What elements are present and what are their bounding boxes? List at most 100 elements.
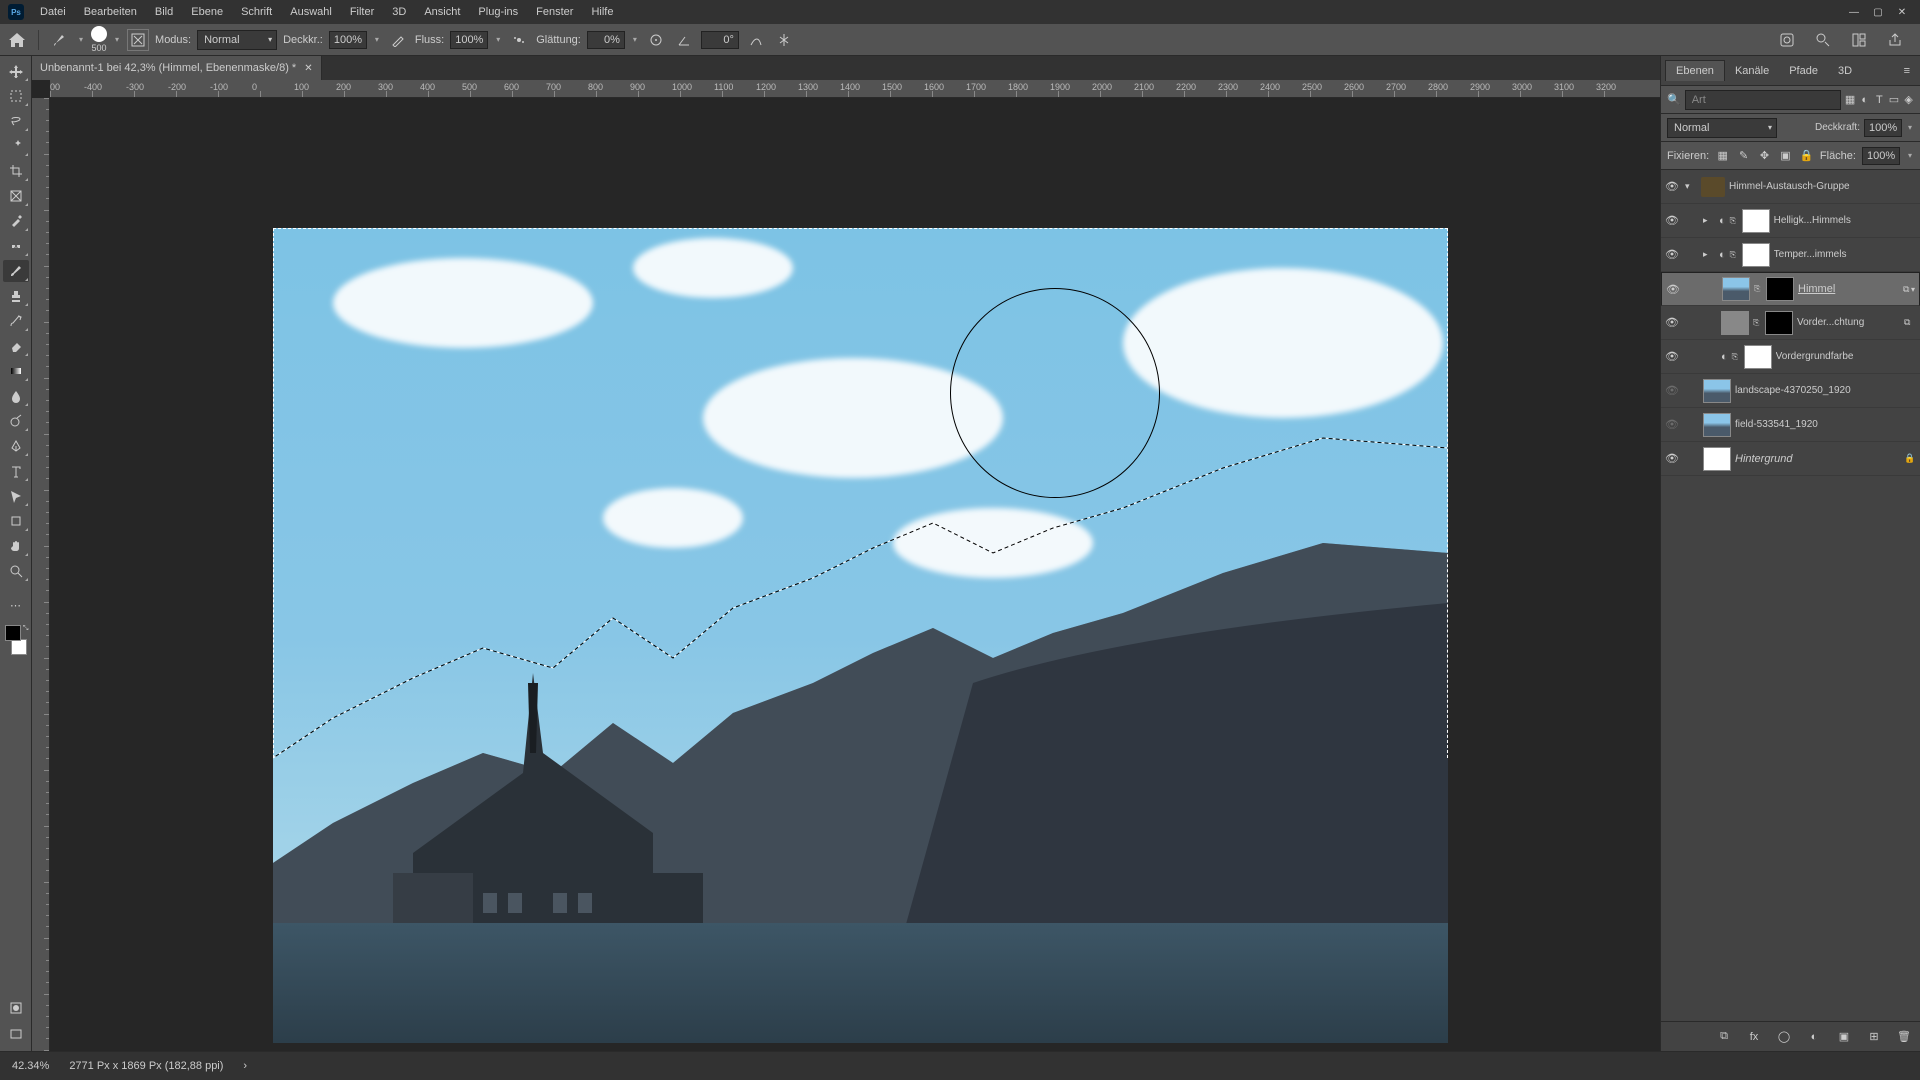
quickmask-icon[interactable] — [3, 997, 29, 1019]
layer-opacity-chevron-icon[interactable]: ▾ — [1906, 123, 1914, 132]
type-tool[interactable] — [3, 460, 29, 482]
visibility-icon[interactable]: 👁 — [1663, 348, 1681, 366]
layer-row[interactable]: 👁 ⎘ Vorder...chtung ⧉ — [1661, 306, 1920, 340]
tab-3d[interactable]: 3D — [1828, 61, 1862, 81]
tab-pfade[interactable]: Pfade — [1779, 61, 1828, 81]
canvas[interactable] — [50, 98, 1660, 1051]
status-more-icon[interactable]: › — [243, 1060, 247, 1072]
layer-thumb[interactable] — [1703, 379, 1731, 403]
flow-value[interactable]: 100% — [450, 31, 488, 49]
maximize-button[interactable]: ▢ — [1868, 4, 1888, 20]
symmetry-icon[interactable] — [773, 29, 795, 51]
menu-datei[interactable]: Datei — [32, 4, 74, 20]
filter-adjust-icon[interactable]: ◐ — [1859, 91, 1870, 109]
layer-group[interactable]: 👁 ▾ Himmel-Austausch-Gruppe — [1661, 170, 1920, 204]
brush-preset[interactable]: 500 — [91, 26, 107, 53]
lock-pos-icon[interactable]: ✥ — [1757, 148, 1772, 164]
layer-blend-select[interactable]: Normal — [1667, 118, 1777, 138]
menu-3d[interactable]: 3D — [384, 4, 414, 20]
adjustment-layer-icon[interactable]: ◐ — [1806, 1029, 1822, 1045]
opacity-chevron-icon[interactable]: ▾ — [373, 35, 381, 44]
filter-type-icon[interactable]: T — [1874, 91, 1885, 109]
path-tool[interactable] — [3, 485, 29, 507]
eraser-tool[interactable] — [3, 335, 29, 357]
blur-tool[interactable] — [3, 385, 29, 407]
crop-tool[interactable] — [3, 160, 29, 182]
move-tool[interactable] — [3, 60, 29, 82]
mask-thumb[interactable] — [1744, 345, 1772, 369]
tab-kanale[interactable]: Kanäle — [1725, 61, 1779, 81]
fill-value[interactable]: 100% — [1862, 147, 1900, 165]
pressure-size-icon[interactable] — [745, 29, 767, 51]
tab-ebenen[interactable]: Ebenen — [1665, 60, 1725, 81]
filter-shape-icon[interactable]: ▭ — [1889, 91, 1900, 109]
layer-thumb[interactable] — [1703, 447, 1731, 471]
background-color[interactable] — [11, 639, 27, 655]
opacity-value[interactable]: 100% — [329, 31, 367, 49]
eyedropper-tool[interactable] — [3, 210, 29, 232]
menu-hilfe[interactable]: Hilfe — [583, 4, 621, 20]
layer-row[interactable]: 👁 ▸ ◐ ⎘ Helligk...Himmels — [1661, 204, 1920, 238]
angle-value[interactable]: 0° — [701, 31, 739, 49]
expand-icon[interactable]: ▸ — [1703, 215, 1715, 226]
layer-thumb[interactable] — [1721, 311, 1749, 335]
pen-tool[interactable] — [3, 435, 29, 457]
menu-fenster[interactable]: Fenster — [528, 4, 581, 20]
menu-schrift[interactable]: Schrift — [233, 4, 280, 20]
stamp-tool[interactable] — [3, 285, 29, 307]
fx-icon[interactable]: fx — [1746, 1029, 1762, 1045]
search-icon[interactable] — [1812, 29, 1834, 51]
close-button[interactable]: ✕ — [1892, 4, 1912, 20]
smoothing-settings-icon[interactable] — [645, 29, 667, 51]
frame-tool[interactable] — [3, 185, 29, 207]
expand-icon[interactable]: ▸ — [1703, 249, 1715, 260]
lock-nest-icon[interactable]: ▣ — [1778, 148, 1793, 164]
visibility-icon[interactable]: 👁 — [1663, 314, 1681, 332]
gradient-tool[interactable] — [3, 360, 29, 382]
visibility-icon[interactable]: 👁 — [1663, 178, 1681, 196]
minimize-button[interactable]: — — [1844, 4, 1864, 20]
tool-preset-chevron-icon[interactable]: ▾ — [77, 35, 85, 44]
visibility-icon[interactable]: 👁 — [1664, 280, 1682, 298]
panel-menu-icon[interactable]: ≡ — [1898, 65, 1916, 77]
visibility-icon[interactable]: 👁 — [1663, 212, 1681, 230]
flow-chevron-icon[interactable]: ▾ — [494, 35, 502, 44]
menu-plugins[interactable]: Plug-ins — [470, 4, 526, 20]
layer-row[interactable]: 👁 ◐ ⎘ Vordergrundfarbe — [1661, 340, 1920, 374]
screenmode-icon[interactable] — [3, 1023, 29, 1045]
menu-ebene[interactable]: Ebene — [183, 4, 231, 20]
lasso-tool[interactable] — [3, 110, 29, 132]
edit-toolbar[interactable]: ⋯ — [3, 594, 29, 616]
color-swatches[interactable]: ⤡ — [3, 625, 29, 655]
wand-tool[interactable] — [3, 135, 29, 157]
filter-smart-icon[interactable]: ◈ — [1903, 91, 1914, 109]
workspace-icon[interactable] — [1848, 29, 1870, 51]
visibility-icon[interactable]: 👁 — [1663, 246, 1681, 264]
new-layer-icon[interactable]: ⊞ — [1866, 1029, 1882, 1045]
visibility-icon[interactable]: 👁 — [1663, 382, 1681, 400]
mask-thumb[interactable] — [1766, 277, 1794, 301]
home-icon[interactable] — [6, 29, 28, 51]
menu-ansicht[interactable]: Ansicht — [416, 4, 468, 20]
visibility-icon[interactable]: 👁 — [1663, 450, 1681, 468]
marquee-tool[interactable] — [3, 85, 29, 107]
lock-trans-icon[interactable]: ▦ — [1715, 148, 1730, 164]
close-tab-icon[interactable]: ✕ — [304, 63, 312, 74]
visibility-icon[interactable]: 👁 — [1663, 416, 1681, 434]
zoom-tool[interactable] — [3, 560, 29, 582]
brush-chevron-icon[interactable]: ▾ — [113, 35, 121, 44]
trash-icon[interactable]: 🗑 — [1896, 1029, 1912, 1045]
group-icon[interactable]: ▣ — [1836, 1029, 1852, 1045]
fill-chevron-icon[interactable]: ▾ — [1906, 151, 1914, 160]
brush-panel-toggle-icon[interactable] — [127, 29, 149, 51]
share-icon[interactable] — [1884, 29, 1906, 51]
lock-icon[interactable]: 🔒 — [1904, 453, 1918, 464]
brush-tool[interactable] — [3, 260, 29, 282]
mask-thumb[interactable] — [1742, 243, 1770, 267]
menu-bearbeiten[interactable]: Bearbeiten — [76, 4, 145, 20]
lock-pixel-icon[interactable]: ✎ — [1736, 148, 1751, 164]
healing-tool[interactable] — [3, 235, 29, 257]
layer-row[interactable]: 👁 ⎘ Himmel ⧉ — [1661, 272, 1920, 306]
hand-tool[interactable] — [3, 535, 29, 557]
menu-bild[interactable]: Bild — [147, 4, 181, 20]
